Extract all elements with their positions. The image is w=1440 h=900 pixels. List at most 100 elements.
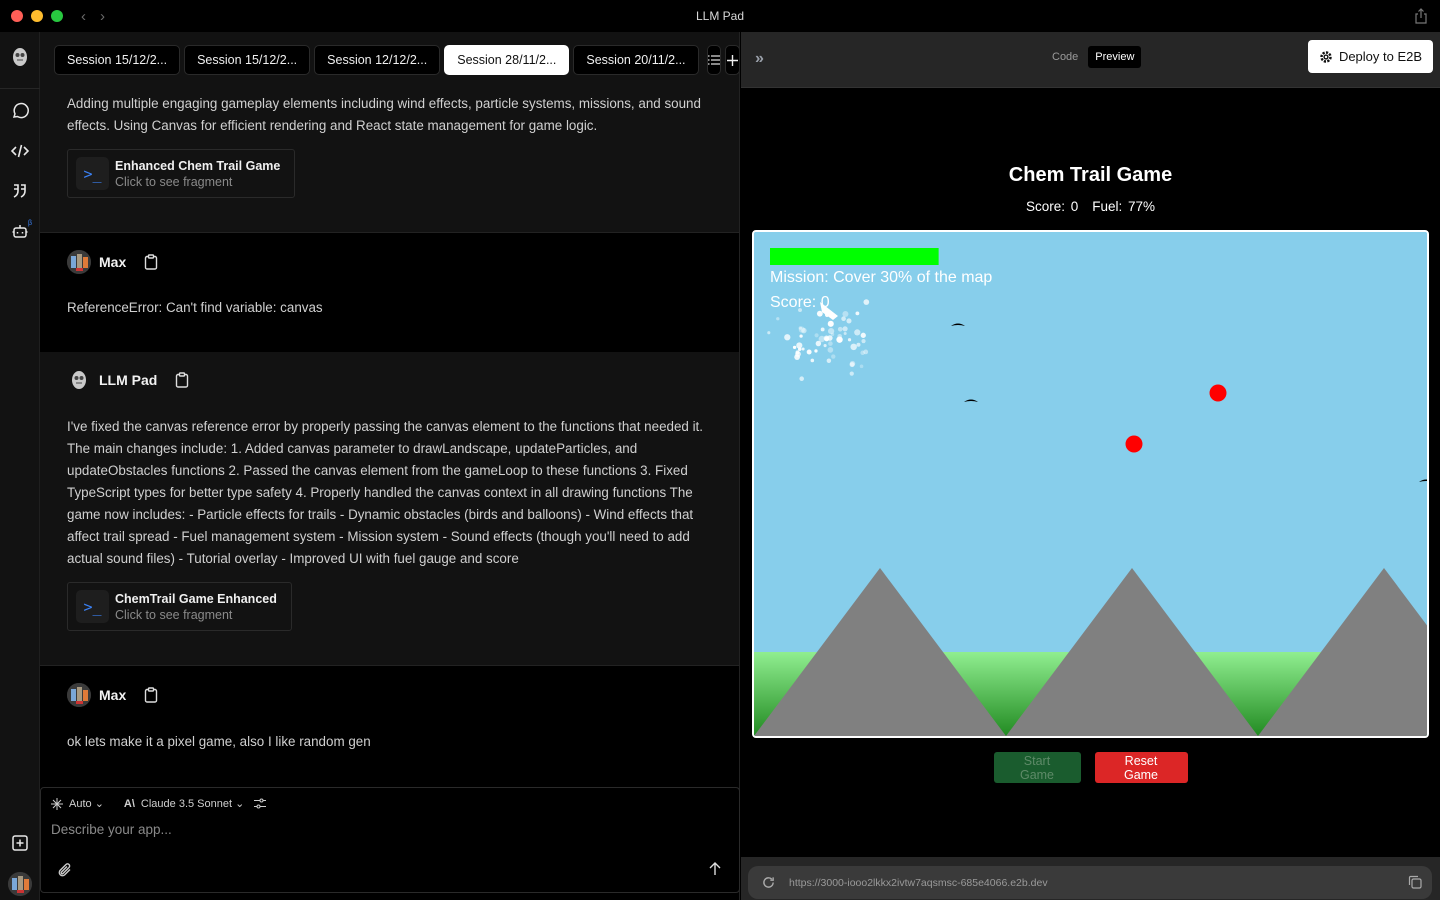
trail-particle — [841, 316, 846, 322]
list-icon — [707, 55, 720, 65]
trail-particle — [823, 344, 827, 348]
mode-select[interactable]: Auto ⌄ — [69, 797, 104, 810]
message-text: ok lets make it a pixel game, also I lik… — [67, 734, 371, 749]
gear-icon — [1320, 50, 1332, 63]
trail-particle — [796, 342, 803, 349]
trail-particle — [816, 310, 823, 317]
llm-pad-logo-icon[interactable] — [10, 46, 30, 68]
session-tab[interactable]: Session 15/12/2... — [184, 45, 311, 75]
tab-preview[interactable]: Preview — [1088, 46, 1142, 68]
trail-particle — [801, 347, 805, 351]
trail-particle — [776, 317, 780, 321]
window-controls — [11, 10, 63, 22]
sidebar-item-code[interactable] — [10, 141, 30, 161]
trail-particle — [854, 329, 861, 336]
send-arrow-icon[interactable] — [707, 861, 723, 877]
chat-panel: Session 15/12/2... Session 15/12/2... Se… — [40, 32, 740, 900]
trail-particle — [849, 360, 856, 367]
start-game-button[interactable]: Start Game — [993, 752, 1081, 783]
canvas-score-text: Score: 0 — [770, 294, 830, 311]
settings-sliders-icon[interactable] — [254, 798, 267, 809]
copy-clipboard-icon[interactable] — [144, 687, 158, 703]
user-avatar — [67, 683, 91, 707]
preview-header: » Code Preview Deploy to E2B — [741, 32, 1440, 88]
trail-particle — [856, 342, 861, 347]
mission-text: Mission: Cover 30% of the map — [770, 269, 992, 286]
copy-clipboard-icon[interactable] — [144, 254, 158, 270]
trail-particle — [861, 339, 866, 344]
game-controls: Start Game Reset Game — [741, 752, 1440, 783]
game-canvas[interactable]: Mission: Cover 30% of the map Score: 0 — [752, 230, 1429, 738]
trail-particle — [860, 332, 866, 338]
deploy-button[interactable]: Deploy to E2B — [1308, 40, 1433, 73]
new-chat-button[interactable] — [10, 833, 30, 853]
message-header: LLM Pad — [67, 368, 189, 392]
terminal-icon: >_ — [76, 157, 109, 190]
preview-url[interactable]: https://3000-iooo2lkkx2ivtw7aqsmsc-685e4… — [789, 877, 1048, 889]
game-title: Chem Trail Game — [1008, 164, 1173, 186]
url-bar-area: https://3000-iooo2lkkx2ivtw7aqsmsc-685e4… — [741, 857, 1440, 900]
user-avatar[interactable] — [8, 872, 32, 896]
trail-particle — [863, 299, 870, 305]
trail-particle — [814, 349, 818, 353]
collapse-panel-icon[interactable]: » — [755, 50, 764, 68]
new-session-button[interactable] — [725, 45, 739, 75]
trail-particle — [827, 347, 834, 353]
window-title: LLM Pad — [695, 9, 745, 23]
beta-badge: β — [28, 220, 33, 227]
trail-particle — [815, 340, 822, 347]
reload-icon[interactable] — [762, 876, 775, 889]
terminal-icon: >_ — [76, 590, 109, 623]
session-list-button[interactable] — [706, 45, 722, 75]
copy-url-icon[interactable] — [1408, 875, 1422, 889]
session-tab-active[interactable]: Session 28/11/2... — [444, 45, 570, 75]
fragment-card[interactable]: >_ Enhanced Chem Trail Game Click to see… — [67, 149, 296, 198]
message-header: Max — [67, 683, 158, 707]
sparkle-icon — [51, 797, 63, 810]
paperclip-icon[interactable] — [57, 862, 73, 878]
preview-panel: » Code Preview Deploy to E2B Chem Trail … — [741, 32, 1440, 900]
copy-clipboard-icon[interactable] — [175, 372, 189, 388]
trail-particle — [842, 310, 849, 318]
user-message: Max ok lets make it a pixel game, also I… — [40, 665, 739, 795]
sidebar-item-chat[interactable] — [10, 101, 30, 121]
view-toggle: Code Preview — [1046, 46, 1142, 68]
trail-particle — [859, 364, 864, 369]
code-icon — [11, 144, 29, 158]
session-tab[interactable]: Session 15/12/2... — [54, 45, 181, 75]
minimize-window-button[interactable] — [31, 10, 43, 22]
fragment-subtitle: Click to see fragment — [115, 607, 233, 622]
message-text: I've fixed the canvas reference error by… — [67, 419, 704, 566]
trail-particle — [798, 326, 805, 333]
message-text: Adding multiple engaging gameplay elemen… — [67, 96, 701, 133]
trail-particle — [842, 326, 848, 332]
author-name: Max — [99, 254, 127, 270]
game-score: Score: 0 — [1025, 199, 1079, 214]
trail-particle — [826, 358, 832, 363]
describe-app-input[interactable] — [51, 822, 691, 837]
reset-game-button[interactable]: Reset Game — [1094, 752, 1188, 783]
trail-particle — [799, 334, 803, 338]
model-select[interactable]: Claude 3.5 Sonnet ⌄ — [141, 797, 244, 810]
share-icon[interactable] — [1414, 8, 1428, 24]
balloon — [1209, 384, 1227, 402]
title-bar: ‹ › LLM Pad — [0, 0, 1440, 32]
session-tabs: Session 15/12/2... Session 15/12/2... Se… — [40, 32, 739, 88]
maximize-window-button[interactable] — [51, 10, 63, 22]
sidebar-item-agents[interactable] — [10, 221, 30, 241]
trail-particle — [820, 327, 825, 332]
sidebar-item-prompts[interactable] — [10, 181, 30, 201]
close-window-button[interactable] — [11, 10, 23, 22]
message-header: Max — [67, 250, 158, 274]
balloon — [1125, 435, 1143, 453]
trail-particle — [837, 326, 843, 332]
trail-particle — [837, 337, 841, 341]
forward-arrow-icon[interactable]: › — [100, 8, 105, 25]
session-tab[interactable]: Session 20/11/2... — [573, 45, 699, 75]
fragment-card[interactable]: >_ ChemTrail Game Enhanced Click to see … — [67, 582, 292, 631]
trail-particle — [860, 350, 865, 356]
tab-code[interactable]: Code — [1046, 47, 1084, 67]
session-tab[interactable]: Session 12/12/2... — [314, 45, 441, 75]
trail-particle — [828, 341, 833, 346]
back-arrow-icon[interactable]: ‹ — [81, 8, 86, 25]
